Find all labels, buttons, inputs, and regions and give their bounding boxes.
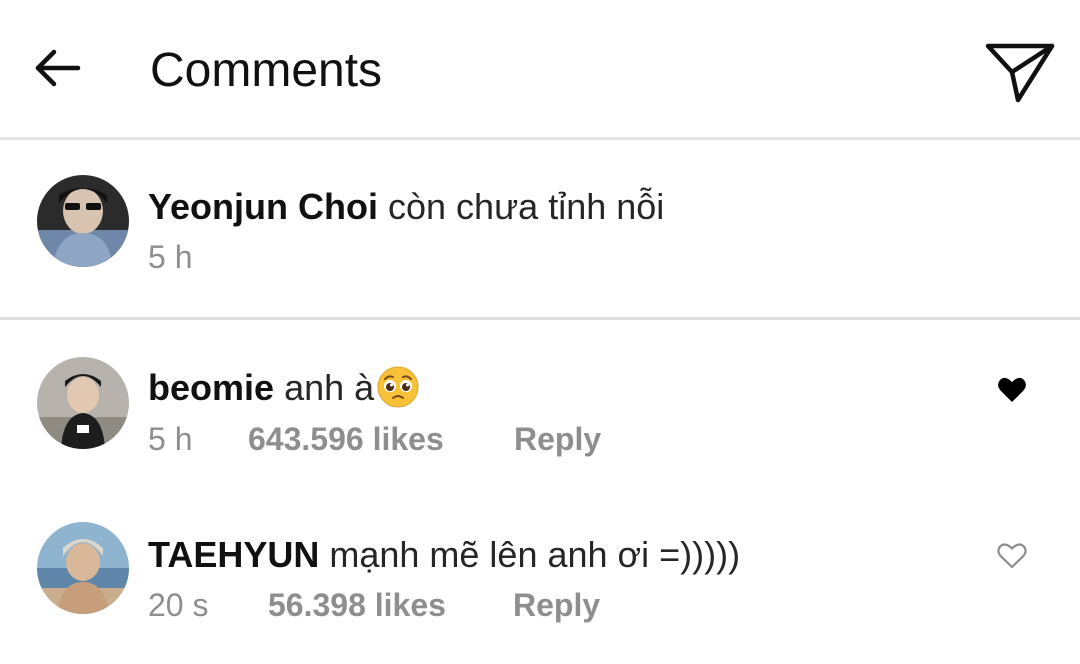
caption-time: 5 h	[148, 239, 193, 275]
comment-time: 20 s	[148, 587, 209, 623]
comments-header: Comments	[0, 0, 1080, 140]
post-caption: Yeonjun Choi còn chưa tỉnh nỗi 5 h	[0, 140, 1080, 320]
comment-time: 5 h	[148, 421, 193, 457]
heart-filled-icon[interactable]	[997, 375, 1027, 403]
comment-username[interactable]: beomie	[148, 367, 274, 408]
paper-plane-icon	[985, 43, 1055, 103]
comment-meta: 5 h 643.596 likes Reply	[148, 419, 601, 459]
avatar[interactable]	[37, 522, 129, 614]
avatar[interactable]	[37, 175, 129, 267]
pleading-face-emoji	[377, 366, 419, 408]
comment-likes[interactable]: 56.398 likes	[268, 585, 513, 625]
share-button[interactable]	[984, 42, 1056, 104]
comment-username[interactable]: TAEHYUN	[148, 534, 319, 575]
caption-body: còn chưa tỉnh nỗi	[388, 186, 665, 227]
caption-meta: 5 h	[148, 237, 192, 277]
reply-button[interactable]: Reply	[513, 585, 600, 625]
heart-outline-icon[interactable]	[997, 541, 1027, 569]
avatar[interactable]	[37, 357, 129, 449]
comment-text: beomie anh à	[148, 366, 420, 410]
reply-button[interactable]: Reply	[514, 419, 601, 459]
comment-body: mạnh mẽ lên anh ơi =)))))	[329, 534, 741, 575]
page-title: Comments	[150, 44, 383, 97]
caption-username[interactable]: Yeonjun Choi	[148, 186, 378, 227]
comment-likes[interactable]: 643.596 likes	[248, 419, 514, 459]
arrow-left-icon	[35, 49, 81, 87]
comment-meta: 20 s 56.398 likes Reply	[148, 585, 600, 625]
comment-body: anh à	[284, 367, 375, 408]
back-button[interactable]	[30, 40, 86, 96]
comment-text: TAEHYUN mạnh mẽ lên anh ơi =)))))	[148, 533, 740, 577]
caption-text: Yeonjun Choi còn chưa tỉnh nỗi	[148, 185, 664, 229]
